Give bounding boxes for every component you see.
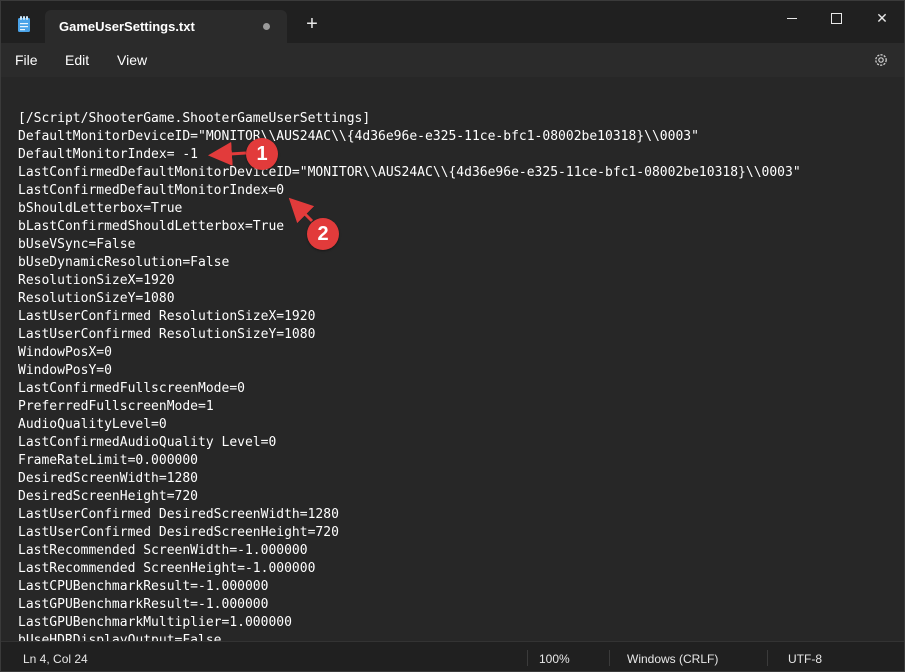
text-line: LastConfirmedDefaultMonitorIndex=0 <box>18 183 285 198</box>
text-line: bUseHDRDisplayOutput=False <box>18 633 222 641</box>
menu-view[interactable]: View <box>117 52 147 68</box>
text-line: DesiredScreenWidth=1280 <box>18 471 199 486</box>
cursor-position[interactable]: Ln 4, Col 24 <box>23 652 88 666</box>
text-line: ResolutionSizeX=1920 <box>18 273 175 288</box>
title-bar: GameUserSettings.txt + ✕ <box>1 1 904 43</box>
text-line: ResolutionSizeY=1080 <box>18 291 175 306</box>
maximize-icon <box>830 12 842 24</box>
text-line: LastUserConfirmed DesiredScreenWidth=128… <box>18 507 339 522</box>
line-ending[interactable]: Windows (CRLF) <box>627 652 718 666</box>
notepad-window: GameUserSettings.txt + ✕ File Edit View … <box>0 0 905 672</box>
text-line: LastUserConfirmed ResolutionSizeX=1920 <box>18 309 316 324</box>
text-line: bUseVSync=False <box>18 237 136 252</box>
text-line: bUseDynamicResolution=False <box>18 255 230 270</box>
notepad-icon <box>17 16 31 32</box>
status-divider <box>767 650 768 666</box>
text-line: LastUserConfirmed DesiredScreenHeight=72… <box>18 525 339 540</box>
menu-bar: File Edit View <box>1 43 904 77</box>
tab-title: GameUserSettings.txt <box>59 19 195 34</box>
encoding[interactable]: UTF-8 <box>788 652 822 666</box>
text-line: DefaultMonitorIndex= -1 <box>18 147 199 162</box>
text-line: WindowPosX=0 <box>18 345 112 360</box>
status-bar: Ln 4, Col 24 100% Windows (CRLF) UTF-8 <box>1 641 904 671</box>
unsaved-dot-icon[interactable] <box>263 23 270 30</box>
maximize-button[interactable] <box>813 1 859 35</box>
close-button[interactable]: ✕ <box>859 1 904 35</box>
text-line: LastConfirmedFullscreenMode=0 <box>18 381 245 396</box>
status-divider <box>527 650 528 666</box>
menu-edit[interactable]: Edit <box>65 52 89 68</box>
text-line: WindowPosY=0 <box>18 363 112 378</box>
annotation-marker-2: 2 <box>307 218 339 250</box>
status-divider <box>609 650 610 666</box>
minimize-icon <box>787 17 797 19</box>
gear-icon[interactable] <box>873 52 889 68</box>
text-line: LastGPUBenchmarkMultiplier=1.000000 <box>18 615 292 630</box>
minimize-button[interactable] <box>769 1 815 35</box>
text-line: PreferredFullscreenMode=1 <box>18 399 214 414</box>
text-line: LastRecommended ScreenWidth=-1.000000 <box>18 543 308 558</box>
menu-file[interactable]: File <box>15 52 38 68</box>
text-line: LastCPUBenchmarkResult=-1.000000 <box>18 579 269 594</box>
annotation-marker-1: 1 <box>246 138 278 170</box>
text-line: FrameRateLimit=0.000000 <box>18 453 199 468</box>
text-line: [/Script/ShooterGame.ShooterGameUserSett… <box>18 111 371 126</box>
text-line: bShouldLetterbox=True <box>18 201 183 216</box>
zoom-level[interactable]: 100% <box>539 652 570 666</box>
text-lines: [/Script/ShooterGame.ShooterGameUserSett… <box>18 110 801 641</box>
text-line: LastRecommended ScreenHeight=-1.000000 <box>18 561 316 576</box>
text-line: LastUserConfirmed ResolutionSizeY=1080 <box>18 327 316 342</box>
text-editor[interactable]: [/Script/ShooterGame.ShooterGameUserSett… <box>1 77 904 641</box>
text-line: AudioQualityLevel=0 <box>18 417 167 432</box>
text-line: LastGPUBenchmarkResult=-1.000000 <box>18 597 269 612</box>
text-line: LastConfirmedDefaultMonitorDeviceID="MON… <box>18 165 801 180</box>
new-tab-button[interactable]: + <box>301 14 323 36</box>
text-line: DesiredScreenHeight=720 <box>18 489 199 504</box>
text-line: LastConfirmedAudioQuality Level=0 <box>18 435 277 450</box>
text-line: DefaultMonitorDeviceID="MONITOR\\AUS24AC… <box>18 129 699 144</box>
tab-gameusersettings[interactable]: GameUserSettings.txt <box>45 10 287 43</box>
text-line: bLastConfirmedShouldLetterbox=True <box>18 219 285 234</box>
close-icon: ✕ <box>876 9 888 26</box>
